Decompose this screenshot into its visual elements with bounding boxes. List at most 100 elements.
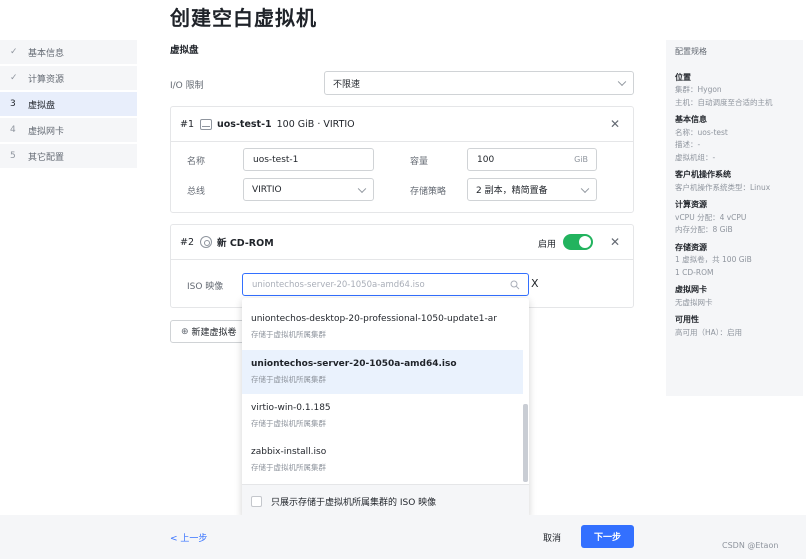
iso-option[interactable]: zabbix-install.iso 存储于虚拟机所属集群 xyxy=(242,438,523,482)
summary-location-head: 位置 xyxy=(675,72,691,82)
step-nav: ✓ 基本信息 ✓ 计算资源 3 虚拟盘 4 虚拟网卡 5 其它配置 xyxy=(0,40,137,170)
step-number: 3 xyxy=(10,99,16,109)
capacity-unit: GiB xyxy=(574,155,588,164)
summary-cluster: 集群：Hygon xyxy=(675,85,722,94)
storage-policy-select[interactable]: 2 副本，精简置备 xyxy=(467,178,597,201)
watermark: CSDN @Etaon xyxy=(722,541,779,550)
iso-search-input[interactable]: uniontechos-server-20-1050a-amd64.iso xyxy=(242,273,529,296)
step-basic-info[interactable]: ✓ 基本信息 xyxy=(0,40,137,64)
disk-card-header: #1 uos-test-1 100 GiB · VIRTIO xyxy=(171,107,633,142)
footer-bar xyxy=(0,515,806,559)
disk-name-label: 名称 xyxy=(187,157,206,167)
new-disk-button[interactable]: ⊕ 新建虚拟卷 xyxy=(170,320,248,343)
cancel-button[interactable]: 取消 xyxy=(543,531,561,544)
enable-toggle[interactable] xyxy=(563,234,593,250)
summary-os-head: 客户机操作系统 xyxy=(675,170,731,179)
iso-option-name: zabbix-install.iso xyxy=(251,447,327,457)
config-summary: 配置规格 位置 集群：Hygon 主机：自动调度至合适的主机 基本信息 名称：u… xyxy=(666,40,803,396)
summary-os-type: 客户机操作系统类型：Linux xyxy=(675,182,771,192)
iso-option-name: virtio-win-0.1.185 xyxy=(251,403,331,413)
close-icon[interactable]: ✕ xyxy=(610,118,620,130)
step-nic[interactable]: 4 虚拟网卡 xyxy=(0,118,137,142)
iso-option-name: uniontechos-server-20-1050a-amd64.iso xyxy=(251,359,457,369)
iso-option-location: 存储于虚拟机所属集群 xyxy=(251,330,326,339)
bus-select[interactable]: VIRTIO xyxy=(243,178,374,201)
step-label: 其它配置 xyxy=(28,152,65,163)
cluster-filter-row[interactable]: 只展示存储于虚拟机所属集群的 ISO 映像 xyxy=(242,484,529,518)
section-title: 虚拟盘 xyxy=(170,45,199,56)
step-compute[interactable]: ✓ 计算资源 xyxy=(0,66,137,90)
summary-group: 虚拟机组：- xyxy=(675,152,716,162)
add-disk-icon: ⊕ xyxy=(181,326,189,337)
summary-memory: 内存分配：8 GiB xyxy=(675,225,733,234)
cdrom-name: 新 CD-ROM xyxy=(217,238,274,249)
storage-policy-value: 2 副本，精简置备 xyxy=(476,186,548,196)
enable-label: 启用 xyxy=(538,240,557,250)
page-title: 创建空白虚拟机 xyxy=(170,6,317,30)
capacity-input[interactable]: 100 GiB xyxy=(467,148,597,171)
step-label: 基本信息 xyxy=(28,48,65,59)
dropdown-scrollbar[interactable] xyxy=(523,404,528,482)
bus-label: 总线 xyxy=(187,187,206,197)
summary-ha: 高可用（HA）：启用 xyxy=(675,327,743,337)
disk-index: #1 xyxy=(180,118,195,130)
summary-storage-cd: 1 CD-ROM xyxy=(675,267,714,277)
new-disk-label: 新建虚拟卷 xyxy=(191,328,237,338)
step-virtual-disk[interactable]: 3 虚拟盘 xyxy=(0,92,137,116)
iso-placeholder: uniontechos-server-20-1050a-amd64.iso xyxy=(252,279,425,290)
iso-clear-icon[interactable]: X xyxy=(531,277,539,290)
summary-host: 主机：自动调度至合适的主机 xyxy=(675,97,773,107)
disk-name-input[interactable]: uos-test-1 xyxy=(243,148,374,171)
step-label: 虚拟网卡 xyxy=(28,126,65,137)
step-number: 4 xyxy=(10,125,16,135)
prev-step-link[interactable]: < 上一步 xyxy=(170,531,207,544)
summary-storage-disk: 1 虚拟卷，共 100 GiB xyxy=(675,255,752,264)
storage-policy-label: 存储策略 xyxy=(410,187,447,197)
disk-card-1: #1 uos-test-1 100 GiB · VIRTIO ✕ 名称 uos-… xyxy=(170,106,634,213)
iso-label: ISO 映像 xyxy=(187,282,224,292)
iso-option-location: 存储于虚拟机所属集群 xyxy=(251,463,326,472)
io-limit-select[interactable]: 不限速 xyxy=(324,71,634,95)
summary-nic: 无虚拟网卡 xyxy=(675,297,713,307)
summary-ha-head: 可用性 xyxy=(675,315,699,324)
iso-dropdown: uniontechos-desktop-20-professional-1050… xyxy=(242,298,529,518)
cdrom-icon xyxy=(200,236,213,248)
step-other-config[interactable]: 5 其它配置 xyxy=(0,144,137,168)
iso-option[interactable]: uniontechos-desktop-20-professional-1050… xyxy=(242,305,523,349)
disk-icon xyxy=(200,118,213,130)
summary-storage-head: 存储资源 xyxy=(675,242,707,252)
search-icon xyxy=(510,280,520,290)
check-icon: ✓ xyxy=(10,47,18,57)
disk-name-value: uos-test-1 xyxy=(253,154,299,165)
summary-vcpu: vCPU 分配：4 vCPU xyxy=(675,212,747,222)
cluster-filter-checkbox[interactable] xyxy=(251,496,262,507)
chevron-down-icon xyxy=(580,184,590,193)
iso-option[interactable]: virtio-win-0.1.185 存储于虚拟机所属集群 xyxy=(242,394,523,438)
summary-nic-head: 虚拟网卡 xyxy=(675,285,707,294)
close-icon[interactable]: ✕ xyxy=(610,236,620,248)
bus-value: VIRTIO xyxy=(252,184,282,195)
io-limit-value: 不限速 xyxy=(333,79,361,90)
chevron-down-icon xyxy=(357,184,367,193)
check-icon: ✓ xyxy=(10,73,18,83)
disk-name: uos-test-1 xyxy=(217,118,272,130)
iso-option-selected[interactable]: uniontechos-server-20-1050a-amd64.iso 存储… xyxy=(242,350,523,394)
summary-compute-head: 计算资源 xyxy=(675,200,707,209)
iso-option-name: uniontechos-desktop-20-professional-1050… xyxy=(251,314,497,324)
next-step-button[interactable]: 下一步 xyxy=(581,525,634,548)
step-label: 计算资源 xyxy=(28,74,65,85)
disk-meta: 100 GiB · VIRTIO xyxy=(276,118,355,130)
step-number: 5 xyxy=(10,151,16,161)
summary-basic-head: 基本信息 xyxy=(675,115,707,124)
summary-desc: 描述：- xyxy=(675,140,701,149)
step-label: 虚拟盘 xyxy=(28,100,56,111)
iso-option-location: 存储于虚拟机所属集群 xyxy=(251,419,326,428)
capacity-value: 100 xyxy=(477,154,495,165)
chevron-down-icon xyxy=(617,77,627,87)
summary-name: 名称：uos-test xyxy=(675,127,728,137)
summary-title: 配置规格 xyxy=(675,47,707,56)
iso-option-location: 存储于虚拟机所属集群 xyxy=(251,375,326,384)
io-limit-label: I/O 限制 xyxy=(170,81,204,91)
cluster-filter-label: 只展示存储于虚拟机所属集群的 ISO 映像 xyxy=(271,498,437,508)
cdrom-index: #2 xyxy=(180,236,195,248)
